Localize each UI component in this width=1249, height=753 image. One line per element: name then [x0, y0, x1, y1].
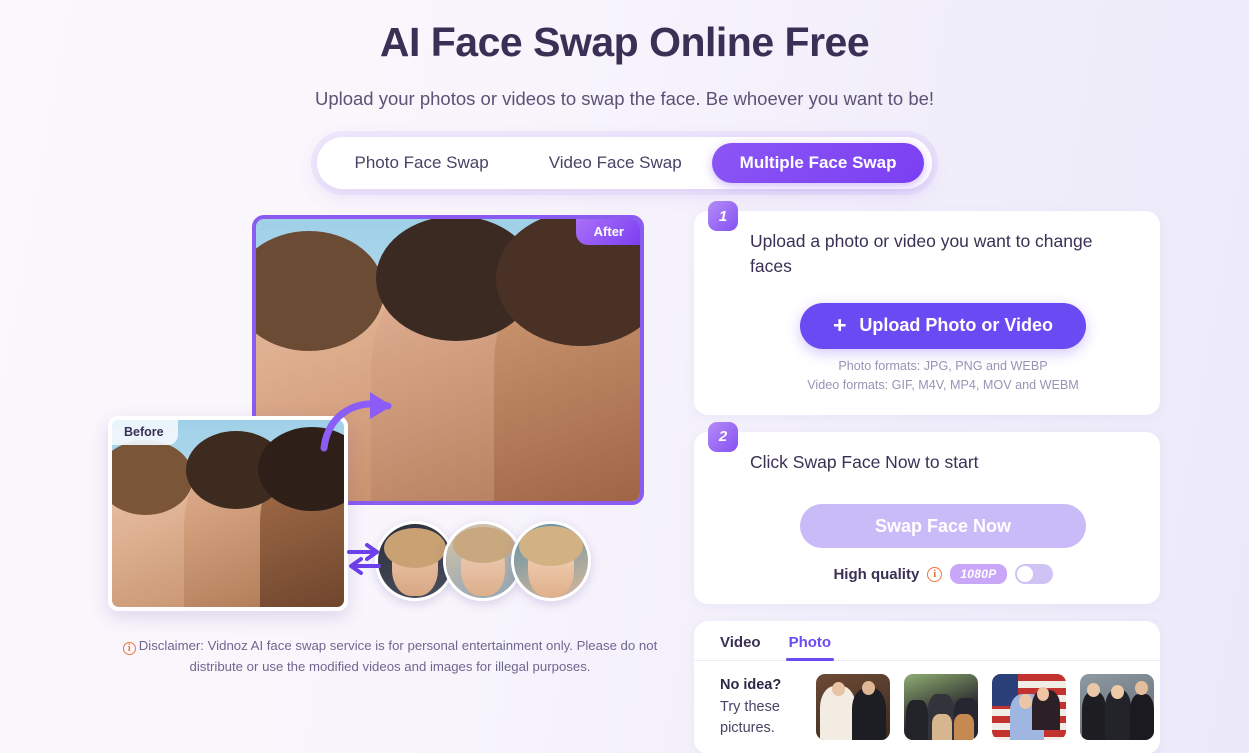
- disclaimer: i Disclaimer: Vidnoz AI face swap service…: [105, 636, 675, 677]
- video-formats: Video formats: GIF, M4V, MP4, MOV and WE…: [807, 377, 1079, 392]
- before-image-card: Before: [108, 416, 348, 612]
- info-icon[interactable]: i: [927, 566, 943, 582]
- info-icon: i: [122, 642, 136, 656]
- page-title: AI Face Swap Online Free: [379, 19, 870, 65]
- curved-arrow-icon: [320, 392, 392, 452]
- face-thumbnails: [375, 521, 591, 602]
- step-1-badge: 1: [708, 201, 738, 232]
- friends-group-thumbnail[interactable]: [904, 674, 978, 741]
- couple-flag-thumbnail[interactable]: [992, 674, 1066, 741]
- photo-formats: Photo formats: JPG, PNG and WEBP: [838, 358, 1048, 373]
- plus-icon: +: [832, 312, 847, 339]
- gallery-prompt-rest: Try these pictures.: [720, 698, 780, 737]
- upload-button-label: Upload Photo or Video: [859, 315, 1054, 336]
- gallery-tab-video[interactable]: Video: [720, 634, 761, 660]
- step-2-body: Click Swap Face Now to start Swap Face N…: [694, 432, 1160, 605]
- high-quality-label: High quality: [833, 565, 920, 583]
- wizards-trio-thumbnail[interactable]: [1080, 674, 1154, 741]
- steps-panel: 1 Upload a photo or video you want to ch…: [694, 201, 1160, 753]
- main-content: After Before i Disclaimer: Vidnoz AI fac…: [0, 201, 1249, 753]
- step-1-card: 1 Upload a photo or video you want to ch…: [694, 201, 1160, 415]
- sample-gallery-card: Video Photo No idea? Try these pictures.: [694, 621, 1160, 753]
- swap-horizontal-icon: [347, 543, 381, 576]
- tab-video-face-swap[interactable]: Video Face Swap: [519, 143, 712, 183]
- gallery-prompt: No idea? Try these pictures.: [720, 675, 802, 740]
- step-1-body: Upload a photo or video you want to chan…: [694, 211, 1160, 414]
- high-quality-row: High quality i 1080P: [750, 564, 1136, 585]
- before-badge: Before: [112, 420, 178, 446]
- gallery-tab-photo[interactable]: Photo: [785, 634, 834, 662]
- resolution-badge: 1080P: [950, 564, 1007, 585]
- preview-panel: After Before i Disclaimer: Vidnoz AI fac…: [100, 211, 660, 681]
- after-badge: After: [575, 219, 640, 246]
- step-2-badge: 2: [708, 421, 738, 452]
- tab-multiple-face-swap[interactable]: Multiple Face Swap: [711, 143, 925, 184]
- supported-formats: Photo formats: JPG, PNG and WEBP Video f…: [750, 357, 1136, 395]
- face-thumbnail-3[interactable]: [511, 521, 591, 602]
- step-2-card: 2 Click Swap Face Now to start Swap Face…: [694, 421, 1160, 605]
- page-root: AI Face Swap Online Free Upload your pho…: [0, 0, 1249, 753]
- gallery-thumbnails: No idea? Try these pictures.: [694, 661, 1160, 753]
- upload-photo-or-video-button[interactable]: + Upload Photo or Video: [800, 302, 1086, 349]
- wedding-couple-thumbnail[interactable]: [816, 674, 890, 741]
- before-image: Before: [112, 420, 344, 608]
- page-subtitle: Upload your photos or videos to swap the…: [314, 88, 935, 110]
- step-2-title: Click Swap Face Now to start: [750, 451, 979, 472]
- gallery-tabs: Video Photo: [694, 621, 1160, 662]
- mode-tabs: Photo Face Swap Video Face Swap Multiple…: [316, 137, 933, 190]
- swap-face-now-button[interactable]: Swap Face Now: [800, 504, 1086, 549]
- mode-tabs-container: Photo Face Swap Video Face Swap Multiple…: [0, 137, 1249, 190]
- disclaimer-text: Disclaimer: Vidnoz AI face swap service …: [138, 638, 658, 674]
- high-quality-toggle[interactable]: [1014, 564, 1053, 585]
- step-1-title: Upload a photo or video you want to chan…: [750, 231, 1093, 276]
- gallery-prompt-strong: No idea?: [720, 676, 782, 693]
- toggle-knob: [1016, 566, 1033, 583]
- tab-photo-face-swap[interactable]: Photo Face Swap: [325, 143, 519, 183]
